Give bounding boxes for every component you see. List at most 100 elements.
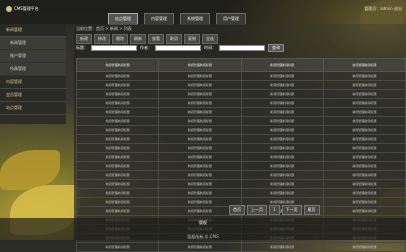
table-row[interactable]: 新闻管理新闻标题新闻管理新闻标题新闻管理新闻标题新闻管理新闻标题 (75, 80, 406, 90)
sidebar-item[interactable]: 所属管理 (0, 63, 66, 76)
table-cell: 新闻管理新闻标题 (75, 80, 160, 90)
search-title-input[interactable] (91, 45, 137, 51)
table-cell: 新闻管理新闻标题 (158, 89, 242, 99)
table-cell: 新闻管理新闻标题 (75, 161, 160, 171)
user-info[interactable]: 管理员：admin 退出 (364, 6, 402, 12)
table-cell: 新闻管理新闻标题 (75, 206, 160, 216)
table-cell: 新闻管理新闻标题 (240, 242, 324, 252)
toolbar-button[interactable]: 查看 (148, 34, 164, 44)
table-row[interactable]: 新闻管理新闻标题新闻管理新闻标题新闻管理新闻标题新闻管理新闻标题 (75, 143, 406, 153)
table-row[interactable]: 新闻管理新闻标题新闻管理新闻标题新闻管理新闻标题新闻管理新闻标题 (75, 116, 406, 126)
top-bar: CMS管理平台 站点管理 内容管理 系统管理 用户管理 管理员：admin 退出 (0, 0, 406, 25)
sidebar: 新闻管理 新闻管理 账户管理 所属管理 内容管理 会员管理 站点管理 (0, 24, 66, 124)
table-cell: 新闻管理新闻标题 (75, 98, 160, 108)
table-cell: 新闻管理新闻标题 (322, 80, 406, 90)
column-header[interactable]: 新闻管理新闻标题 (75, 58, 160, 72)
table-cell: 新闻管理新闻标题 (322, 143, 406, 153)
table-cell: 新闻管理新闻标题 (158, 143, 242, 153)
footer-title: 版权 (199, 220, 207, 225)
table-cell: 新闻管理新闻标题 (322, 206, 406, 216)
table-cell: 新闻管理新闻标题 (240, 107, 324, 117)
sidebar-group-site[interactable]: 站点管理 (0, 102, 66, 115)
table-cell: 新闻管理新闻标题 (75, 89, 160, 99)
search-button[interactable]: 查询 (268, 44, 284, 52)
table-cell: 新闻管理新闻标题 (75, 71, 160, 81)
last-page-button[interactable]: 尾页 (303, 205, 320, 215)
table-cell: 新闻管理新闻标题 (158, 242, 242, 252)
toolbar-button[interactable]: 删除 (112, 34, 128, 44)
prev-page-button[interactable]: 上一页 (247, 205, 267, 215)
table-cell: 新闻管理新闻标题 (322, 179, 406, 189)
page-number-button[interactable]: 1 (269, 205, 280, 215)
table-row[interactable]: 新闻管理新闻标题新闻管理新闻标题新闻管理新闻标题新闻管理新闻标题 (75, 152, 406, 162)
footer-copyright: 版权所有 © CMS (187, 234, 219, 239)
table-cell: 新闻管理新闻标题 (322, 89, 406, 99)
toolbar-button[interactable]: 刷新 (130, 34, 146, 44)
table-row[interactable]: 新闻管理新闻标题新闻管理新闻标题新闻管理新闻标题新闻管理新闻标题 (75, 98, 406, 108)
table-cell: 新闻管理新闻标题 (322, 197, 406, 207)
table-cell: 新闻管理新闻标题 (158, 170, 242, 180)
search-date-input[interactable] (219, 45, 265, 51)
table-cell: 新闻管理新闻标题 (240, 188, 324, 198)
table-cell: 新闻管理新闻标题 (158, 80, 242, 90)
search-label: 时间： (204, 45, 216, 50)
toolbar-button[interactable]: 修改 (94, 34, 110, 44)
pagination: 首页 上一页 1 下一页 尾页 (229, 205, 320, 215)
toolbar-button[interactable]: 复制 (184, 34, 200, 44)
table-cell: 新闻管理新闻标题 (158, 152, 242, 162)
table-row[interactable]: 新闻管理新闻标题新闻管理新闻标题新闻管理新闻标题新闻管理新闻标题 (75, 179, 406, 189)
search-label: 标题： (76, 45, 88, 50)
sidebar-group-news[interactable]: 新闻管理 (0, 24, 66, 37)
sidebar-group-content[interactable]: 内容管理 (0, 76, 66, 89)
table-cell: 新闻管理新闻标题 (75, 125, 160, 135)
table-row[interactable]: 新闻管理新闻标题新闻管理新闻标题新闻管理新闻标题新闻管理新闻标题 (75, 107, 406, 117)
table-cell: 新闻管理新闻标题 (75, 242, 160, 252)
search-bar: 标题： 作者： 时间： 查询 (76, 44, 284, 52)
table-cell: 新闻管理新闻标题 (240, 134, 324, 144)
table-cell: 新闻管理新闻标题 (322, 107, 406, 117)
sidebar-item[interactable]: 新闻管理 (0, 37, 66, 50)
table-cell: 新闻管理新闻标题 (240, 125, 324, 135)
toolbar-button[interactable]: 新建 (76, 34, 92, 44)
table-cell: 新闻管理新闻标题 (158, 179, 242, 189)
table-cell: 新闻管理新闻标题 (322, 98, 406, 108)
table-cell: 新闻管理新闻标题 (240, 98, 324, 108)
toolbar-button[interactable]: 全选 (202, 34, 218, 44)
table-row[interactable]: 新闻管理新闻标题新闻管理新闻标题新闻管理新闻标题新闻管理新闻标题 (75, 89, 406, 99)
table-cell: 新闻管理新闻标题 (75, 107, 160, 117)
table-row[interactable]: 新闻管理新闻标题新闻管理新闻标题新闻管理新闻标题新闻管理新闻标题 (75, 242, 406, 252)
table-cell: 新闻管理新闻标题 (240, 170, 324, 180)
table-row[interactable]: 新闻管理新闻标题新闻管理新闻标题新闻管理新闻标题新闻管理新闻标题 (75, 71, 406, 81)
sidebar-group-member[interactable]: 会员管理 (0, 89, 66, 102)
table-cell: 新闻管理新闻标题 (75, 116, 160, 126)
toolbar-button[interactable]: 取消 (166, 34, 182, 44)
search-label: 作者： (140, 45, 152, 50)
table-cell: 新闻管理新闻标题 (158, 71, 242, 81)
app-logo: CMS管理平台 (6, 6, 39, 12)
table-row[interactable]: 新闻管理新闻标题新闻管理新闻标题新闻管理新闻标题新闻管理新闻标题 (75, 188, 406, 198)
table-cell: 新闻管理新闻标题 (322, 170, 406, 180)
footer: 版权 版权所有 © CMS (0, 218, 406, 240)
table-row[interactable]: 新闻管理新闻标题新闻管理新闻标题新闻管理新闻标题新闻管理新闻标题 (75, 170, 406, 180)
table-row[interactable]: 新闻管理新闻标题新闻管理新闻标题新闻管理新闻标题新闻管理新闻标题 (75, 134, 406, 144)
column-header[interactable]: 新闻管理新闻标题 (158, 58, 242, 72)
column-header[interactable]: 新闻管理新闻标题 (240, 58, 324, 72)
table-cell: 新闻管理新闻标题 (240, 89, 324, 99)
table-cell: 新闻管理新闻标题 (240, 71, 324, 81)
table-cell: 新闻管理新闻标题 (322, 242, 406, 252)
column-header[interactable]: 新闻管理新闻标题 (322, 58, 406, 72)
next-page-button[interactable]: 下一页 (281, 205, 302, 215)
search-author-input[interactable] (155, 45, 201, 51)
table-cell: 新闻管理新闻标题 (75, 143, 160, 153)
first-page-button[interactable]: 首页 (229, 205, 245, 215)
table-header-row: 新闻管理新闻标题 新闻管理新闻标题 新闻管理新闻标题 新闻管理新闻标题 (75, 58, 406, 72)
table-row[interactable]: 新闻管理新闻标题新闻管理新闻标题新闻管理新闻标题新闻管理新闻标题 (75, 161, 406, 171)
sidebar-item[interactable]: 账户管理 (0, 50, 66, 63)
table-cell: 新闻管理新闻标题 (240, 161, 324, 171)
table-cell: 新闻管理新闻标题 (322, 134, 406, 144)
table-row[interactable]: 新闻管理新闻标题新闻管理新闻标题新闻管理新闻标题新闻管理新闻标题 (75, 125, 406, 135)
table-cell: 新闻管理新闻标题 (240, 116, 324, 126)
table-cell: 新闻管理新闻标题 (158, 116, 242, 126)
logo-icon (6, 6, 12, 12)
table-cell: 新闻管理新闻标题 (75, 152, 160, 162)
